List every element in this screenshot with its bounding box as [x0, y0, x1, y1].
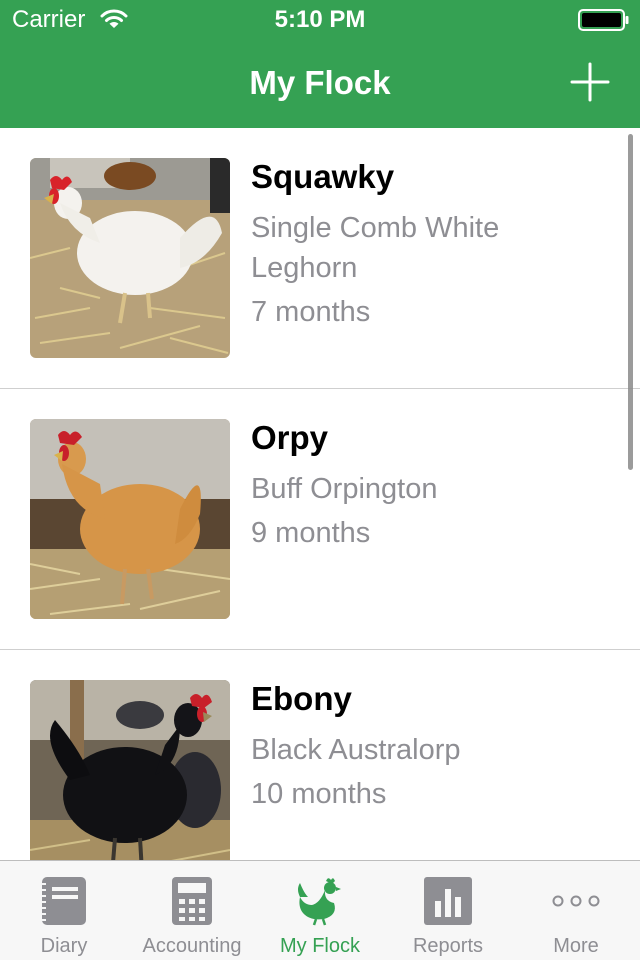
tab-more[interactable]: More	[512, 861, 640, 960]
bird-breed: Single Comb White Leghorn	[251, 212, 500, 284]
calculator-icon	[172, 877, 212, 925]
bird-name: Orpy	[251, 419, 329, 456]
flock-list-row[interactable]: Ebony Black Australorp 10 months	[0, 650, 640, 860]
my-flock-screen: Carrier 5:10 PM My Flock Squawky Single …	[0, 0, 640, 960]
nav-title: My Flock	[249, 64, 391, 101]
scrollbar[interactable]	[628, 134, 633, 470]
flock-list-row[interactable]: Squawky Single Comb White Leghorn 7 mont…	[0, 128, 640, 389]
bird-age: 7 months	[251, 296, 371, 328]
tab-label: Reports	[412, 935, 484, 957]
tab-accounting[interactable]: Accounting	[128, 861, 256, 960]
bar-chart-icon	[424, 877, 472, 925]
diary-notebook-icon	[40, 877, 86, 925]
tab-diary[interactable]: Diary	[0, 861, 128, 960]
more-dots-icon	[552, 895, 600, 907]
header: Carrier 5:10 PM My Flock	[0, 0, 640, 128]
add-bird-button[interactable]	[566, 58, 614, 106]
bird-name: Ebony	[251, 680, 352, 717]
white-leghorn-hen-photo	[30, 158, 230, 358]
bird-age: 10 months	[251, 778, 387, 810]
bird-age: 9 months	[251, 517, 371, 549]
black-australorp-hen-photo	[30, 680, 230, 860]
bird-breed: Buff Orpington	[251, 473, 438, 505]
tab-label: My Flock	[280, 935, 360, 957]
tab-label: More	[553, 935, 599, 957]
tab-my-flock[interactable]: My Flock	[256, 861, 384, 960]
buff-orpington-hen-photo	[30, 419, 230, 619]
flock-list-row[interactable]: Orpy Buff Orpington 9 months	[0, 389, 640, 650]
tab-reports[interactable]: Reports	[384, 861, 512, 960]
flock-list[interactable]: Squawky Single Comb White Leghorn 7 mont…	[0, 128, 640, 860]
battery-icon	[578, 9, 629, 31]
chicken-icon	[298, 878, 341, 926]
plus-icon	[570, 62, 610, 102]
bird-name: Squawky	[251, 158, 395, 195]
bird-breed: Black Australorp	[251, 734, 461, 766]
tab-label: Diary	[40, 935, 88, 957]
status-time: 5:10 PM	[274, 6, 366, 33]
tab-bar: Diary Accounting My Flock Reports More	[0, 860, 640, 960]
status-bar: Carrier 5:10 PM	[0, 0, 640, 40]
tab-label: Accounting	[142, 935, 242, 957]
